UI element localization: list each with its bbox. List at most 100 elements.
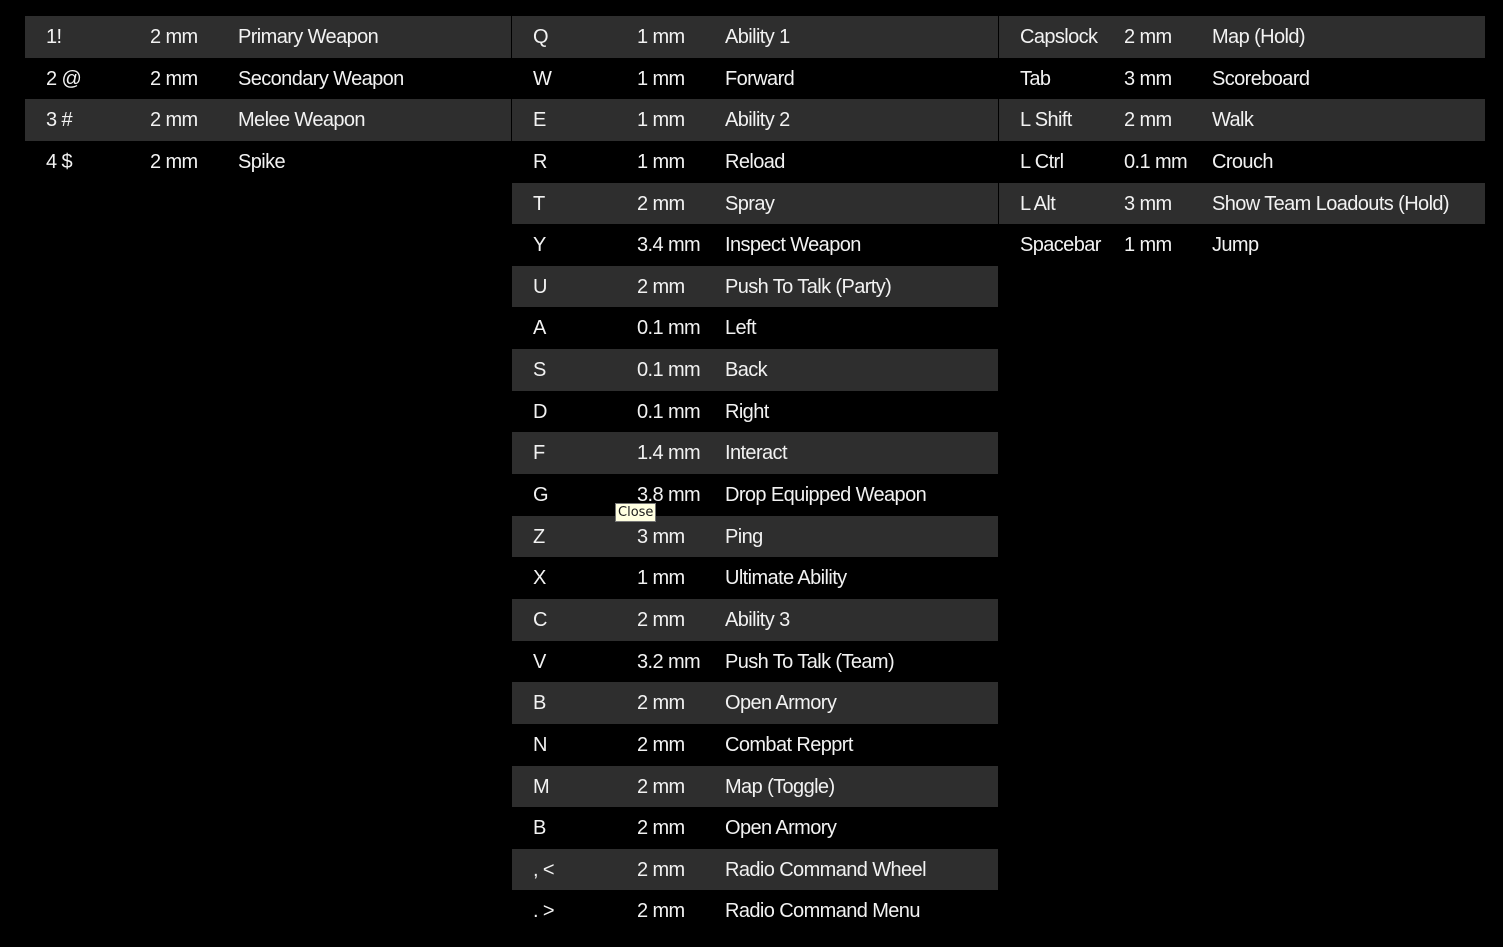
travel-distance: 3 mm (1124, 67, 1172, 90)
action-label: Push To Talk (Party) (725, 275, 892, 298)
key-label: B (533, 817, 546, 840)
key-label: F (533, 442, 545, 465)
travel-distance: 0.1 mm (1124, 150, 1188, 173)
table-row: B 2 mm Open Armory (512, 682, 998, 724)
travel-distance: 0.1 mm (637, 359, 701, 382)
travel-distance: 2 mm (150, 26, 198, 48)
action-label: Left (725, 317, 757, 340)
key-label: Y (533, 234, 546, 257)
table-row: Y 3.4 mm Inspect Weapon (512, 224, 998, 266)
action-label: Crouch (1212, 150, 1273, 173)
action-label: Drop Equipped Weapon (725, 484, 927, 507)
table-row: S 0.1 mm Back (512, 349, 998, 391)
key-label: G (533, 484, 549, 507)
travel-distance: 2 mm (1124, 109, 1172, 132)
table-row: Capslock 2 mm Map (Hold) (999, 16, 1485, 58)
key-label: . > (533, 900, 555, 923)
travel-distance: 3.2 mm (637, 650, 701, 673)
key-label: Spacebar (1020, 234, 1101, 257)
action-label: Interact (725, 442, 788, 465)
table-row: B 2 mm Open Armory (512, 807, 998, 849)
key-label: X (533, 567, 546, 590)
travel-distance: 2 mm (637, 817, 685, 840)
key-label: R (533, 150, 547, 173)
table-row: N 2 mm Combat Repprt (512, 724, 998, 766)
travel-distance: 2 mm (150, 150, 198, 173)
travel-distance: 0.1 mm (637, 400, 701, 423)
key-label: T (533, 192, 545, 215)
key-label: 2 @ (46, 67, 82, 90)
key-label: 3 # (46, 109, 73, 132)
key-label: 4 $ (46, 150, 73, 173)
table-row: R 1 mm Reload (512, 141, 998, 183)
travel-distance: 2 mm (150, 67, 198, 90)
travel-distance: 2 mm (637, 275, 685, 298)
action-label: Open Armory (725, 817, 837, 840)
table-row: 2 @ 2 mm Secondary Weapon (25, 58, 511, 100)
table-row: M 2 mm Map (Toggle) (512, 765, 998, 808)
travel-distance: 1 mm (1124, 234, 1172, 257)
key-label: S (533, 359, 546, 382)
travel-distance: 2 mm (150, 109, 198, 132)
keybind-table-modifiers: Capslock 2 mm Map (Hold) Tab 3 mm Scoreboard L… (999, 16, 1485, 266)
action-label: Melee Weapon (238, 109, 366, 132)
travel-distance: 1 mm (637, 26, 685, 48)
table-row: W 1 mm Forward (512, 58, 998, 100)
key-label: E (533, 109, 546, 132)
key-label: D (533, 400, 547, 423)
action-label: Map (Toggle) (725, 775, 835, 798)
action-label: Inspect Weapon (725, 234, 861, 257)
travel-distance: 2 mm (637, 692, 685, 715)
travel-distance: 1.4 mm (637, 442, 701, 465)
key-label: Q (533, 26, 549, 48)
table-row: L Ctrl 0.1 mm Crouch (999, 141, 1485, 183)
key-label: L Alt (1020, 192, 1056, 215)
key-label: N (533, 733, 547, 756)
table-row: A 0.1 mm Left (512, 307, 998, 349)
table-row: G 3.8 mm Drop Equipped Weapon (512, 474, 998, 516)
travel-distance: 2 mm (637, 192, 685, 215)
action-label: Secondary Weapon (238, 67, 404, 90)
key-label: Capslock (1020, 26, 1098, 48)
action-label: Push To Talk (Team) (725, 650, 895, 673)
table-row: E 1 mm Ability 2 (512, 99, 998, 141)
key-label: Z (533, 525, 545, 548)
action-label: Spike (238, 150, 286, 173)
action-label: Ping (725, 525, 763, 548)
table-row: 4 $ 2 mm Spike (25, 141, 511, 183)
table-row: D 0.1 mm Right (512, 391, 998, 433)
action-label: Reload (725, 150, 785, 173)
action-label: Combat Repprt (725, 733, 853, 756)
action-label: Ability 1 (725, 26, 790, 48)
action-label: Spray (725, 192, 775, 215)
table-row: L Shift 2 mm Walk (999, 99, 1485, 141)
key-label: Tab (1020, 67, 1051, 90)
key-label: 1! (46, 26, 62, 48)
table-row: V 3.2 mm Push To Talk (Team) (512, 641, 998, 683)
action-label: Forward (725, 67, 795, 90)
action-label: Open Armory (725, 692, 837, 715)
action-label: Ability 3 (725, 608, 790, 631)
key-label: L Ctrl (1020, 150, 1064, 173)
travel-distance: 2 mm (637, 733, 685, 756)
action-label: Ultimate Ability (725, 567, 847, 590)
table-row: 1! 2 mm Primary Weapon (25, 16, 511, 58)
table-row: . > 2 mm Radio Command Menu (512, 890, 998, 932)
action-label: Scoreboard (1212, 67, 1310, 90)
travel-distance: 2 mm (637, 775, 685, 798)
action-label: Radio Command Wheel (725, 858, 927, 881)
key-label: W (533, 67, 552, 90)
action-label: Show Team Loadouts (Hold) (1212, 192, 1450, 215)
table-row: X 1 mm Ultimate Ability (512, 557, 998, 599)
action-label: Map (Hold) (1212, 26, 1306, 48)
table-row: Spacebar 1 mm Jump (999, 224, 1485, 266)
table-row: L Alt 3 mm Show Team Loadouts (Hold) (999, 182, 1485, 225)
travel-distance: 1 mm (637, 567, 685, 590)
action-label: Ability 2 (725, 109, 790, 132)
action-label: Jump (1212, 234, 1259, 257)
key-label: , < (533, 858, 555, 881)
action-label: Primary Weapon (238, 26, 379, 48)
table-row: F 1.4 mm Interact (512, 432, 998, 475)
keybind-table-letters: Q 1 mm Ability 1 W 1 mm Forward E 1 mm Ability 2… (512, 16, 998, 932)
tooltip: Close (615, 503, 657, 522)
